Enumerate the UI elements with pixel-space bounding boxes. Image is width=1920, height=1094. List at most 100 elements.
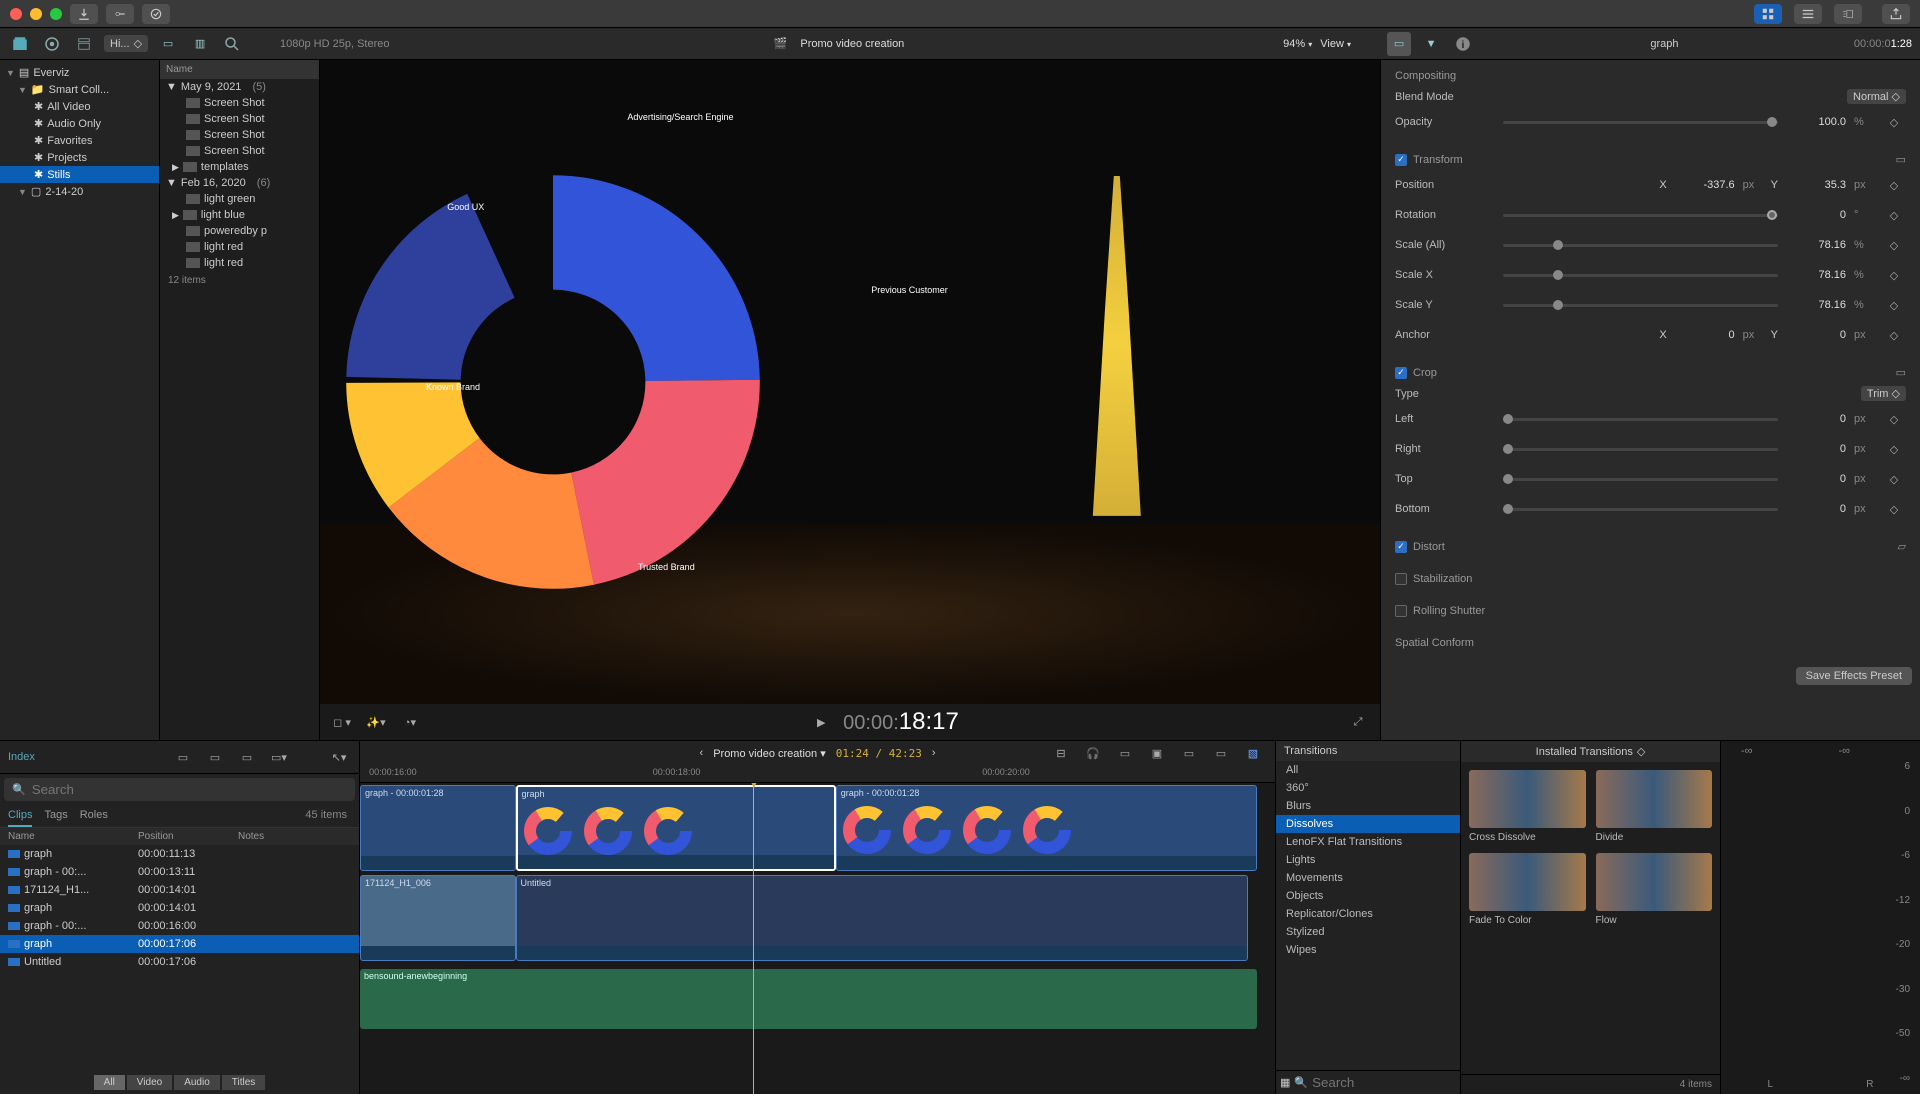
index-tab-clips[interactable]: Clips: [8, 805, 32, 827]
crop-top-value[interactable]: 0: [1786, 473, 1846, 485]
browser-item[interactable]: light red: [160, 255, 319, 271]
transition-cross-dissolve[interactable]: Cross Dissolve: [1469, 770, 1586, 843]
keyframe-button[interactable]: ◇: [1882, 407, 1906, 431]
filter-video[interactable]: Video: [127, 1075, 172, 1090]
index-tool-2[interactable]: ▭: [203, 745, 227, 769]
crop-left-value[interactable]: 0: [1786, 413, 1846, 425]
quality-select[interactable]: Hi...◇: [104, 35, 148, 52]
distort-header[interactable]: ✓Distort▱: [1395, 536, 1906, 557]
library-root[interactable]: ▼▤Everviz: [0, 64, 159, 81]
transform-tool[interactable]: ◻ ▾: [330, 710, 354, 734]
play-button[interactable]: ▶: [809, 710, 833, 734]
keyframe-button[interactable]: ◇: [1882, 263, 1906, 287]
clip-appearance-icon[interactable]: ▭: [156, 32, 180, 56]
keyframe-button[interactable]: ◇: [1882, 323, 1906, 347]
titles-icon[interactable]: [72, 32, 96, 56]
browser-item[interactable]: ▶templates: [160, 159, 319, 175]
timeline-clip-selected[interactable]: graph: [516, 785, 836, 871]
opacity-value[interactable]: 100.0: [1786, 116, 1846, 128]
trans-cat-dissolves[interactable]: Dissolves: [1276, 815, 1460, 833]
index-row[interactable]: graph - 00:...00:00:16:00: [0, 917, 359, 935]
rolling-shutter-header[interactable]: Rolling Shutter: [1395, 601, 1906, 621]
keyframe-button[interactable]: ◇: [1882, 437, 1906, 461]
index-row[interactable]: graph00:00:17:06: [0, 935, 359, 953]
trans-cat-all[interactable]: All: [1276, 761, 1460, 779]
enhance-tool[interactable]: ✨▾: [364, 710, 388, 734]
timeline-prev[interactable]: ‹: [700, 747, 704, 759]
index-row[interactable]: Untitled00:00:17:06: [0, 953, 359, 971]
browser-item[interactable]: ▶light blue: [160, 207, 319, 223]
index-title[interactable]: Index: [8, 751, 35, 763]
skimming-toggle[interactable]: ⊟: [1049, 741, 1073, 765]
crop-reset-icon[interactable]: ▭: [1896, 366, 1906, 379]
index-tab-tags[interactable]: Tags: [44, 805, 67, 827]
transition-fade-to-color[interactable]: Fade To Color: [1469, 853, 1586, 926]
info-inspector-tab[interactable]: i: [1451, 32, 1475, 56]
transform-header[interactable]: ✓Transform▭: [1395, 149, 1906, 170]
keyframe-button[interactable]: ◇: [1882, 467, 1906, 491]
viewer-canvas[interactable]: Advertising/Search Engine Previous Custo…: [320, 60, 1380, 704]
position-x[interactable]: -337.6: [1675, 179, 1735, 191]
blend-mode-select[interactable]: Normal ◇: [1847, 89, 1906, 104]
index-search-input[interactable]: [32, 782, 347, 797]
share-button[interactable]: [1882, 4, 1910, 24]
video-inspector-tab[interactable]: ▭: [1387, 32, 1411, 56]
trans-cat-360[interactable]: 360°: [1276, 779, 1460, 797]
tl-layout-2[interactable]: ▭: [1209, 741, 1233, 765]
browser-item[interactable]: Screen Shot: [160, 111, 319, 127]
scale-x-slider[interactable]: [1503, 274, 1778, 277]
timeline-next[interactable]: ›: [932, 747, 936, 759]
maximize-window[interactable]: [50, 8, 62, 20]
keyword-button[interactable]: [106, 4, 134, 24]
index-row[interactable]: 171124_H1...00:00:14:01: [0, 881, 359, 899]
timeline-clip[interactable]: 171124_H1_006: [360, 875, 516, 961]
timeline-clip[interactable]: Untitled: [516, 875, 1248, 961]
opacity-slider[interactable]: [1503, 121, 1778, 124]
timeline-ruler[interactable]: 00:00:16:00 00:00:18:00 00:00:20:00: [360, 765, 1275, 783]
filter-audio[interactable]: Audio: [174, 1075, 220, 1090]
filter-all[interactable]: All: [94, 1075, 125, 1090]
distort-reset-icon[interactable]: ▱: [1898, 540, 1906, 553]
transition-divide[interactable]: Divide: [1596, 770, 1713, 843]
timeline-audio-clip[interactable]: bensound-anewbeginning: [360, 969, 1257, 1029]
background-tasks-button[interactable]: [142, 4, 170, 24]
color-inspector-tab[interactable]: ▼: [1419, 32, 1443, 56]
index-tool-4[interactable]: ▭▾: [267, 745, 291, 769]
rotation-dial[interactable]: [1503, 214, 1778, 217]
browser-group-0[interactable]: ▼May 9, 2021 (5): [160, 79, 319, 95]
filmstrip-view-button[interactable]: [1834, 4, 1862, 24]
index-row[interactable]: graph - 00:...00:00:13:11: [0, 863, 359, 881]
crop-bottom-value[interactable]: 0: [1786, 503, 1846, 515]
spatial-conform-header[interactable]: Spatial Conform: [1395, 633, 1906, 653]
transition-flow[interactable]: Flow: [1596, 853, 1713, 926]
crop-right-slider[interactable]: [1503, 448, 1778, 451]
timeline-tracks[interactable]: graph - 00:00:01:28 graph graph - 00:00:…: [360, 783, 1275, 1094]
scale-y-value[interactable]: 78.16: [1786, 299, 1846, 311]
sc-all-video[interactable]: ✱All Video: [0, 98, 159, 115]
crop-header[interactable]: ✓Crop▭: [1395, 362, 1906, 383]
trans-cat-movements[interactable]: Movements: [1276, 869, 1460, 887]
keyframe-button[interactable]: ◇: [1882, 293, 1906, 317]
trans-cat-lenofx[interactable]: LenoFX Flat Transitions: [1276, 833, 1460, 851]
close-window[interactable]: [10, 8, 22, 20]
event-item[interactable]: ▼▢2-14-20: [0, 183, 159, 200]
scale-x-value[interactable]: 78.16: [1786, 269, 1846, 281]
trans-cat-objects[interactable]: Objects: [1276, 887, 1460, 905]
timeline-project-name[interactable]: Promo video creation ▾: [713, 747, 826, 760]
view-menu[interactable]: View ▾: [1320, 38, 1351, 50]
index-row[interactable]: graph00:00:11:13: [0, 845, 359, 863]
trans-cat-lights[interactable]: Lights: [1276, 851, 1460, 869]
library-icon[interactable]: [8, 32, 32, 56]
index-tool-1[interactable]: ▭: [171, 745, 195, 769]
effects-browser-toggle[interactable]: ▧: [1241, 741, 1265, 765]
anchor-x[interactable]: 0: [1675, 329, 1735, 341]
keyframe-button[interactable]: ◇: [1882, 497, 1906, 521]
list-view-button[interactable]: [1794, 4, 1822, 24]
retime-tool[interactable]: ◔▾: [398, 710, 422, 734]
sc-audio-only[interactable]: ✱Audio Only: [0, 115, 159, 132]
photos-icon[interactable]: [40, 32, 64, 56]
search-icon[interactable]: [220, 32, 244, 56]
trans-cat-stylized[interactable]: Stylized: [1276, 923, 1460, 941]
sc-projects[interactable]: ✱Projects: [0, 149, 159, 166]
anchor-y[interactable]: 0: [1786, 329, 1846, 341]
